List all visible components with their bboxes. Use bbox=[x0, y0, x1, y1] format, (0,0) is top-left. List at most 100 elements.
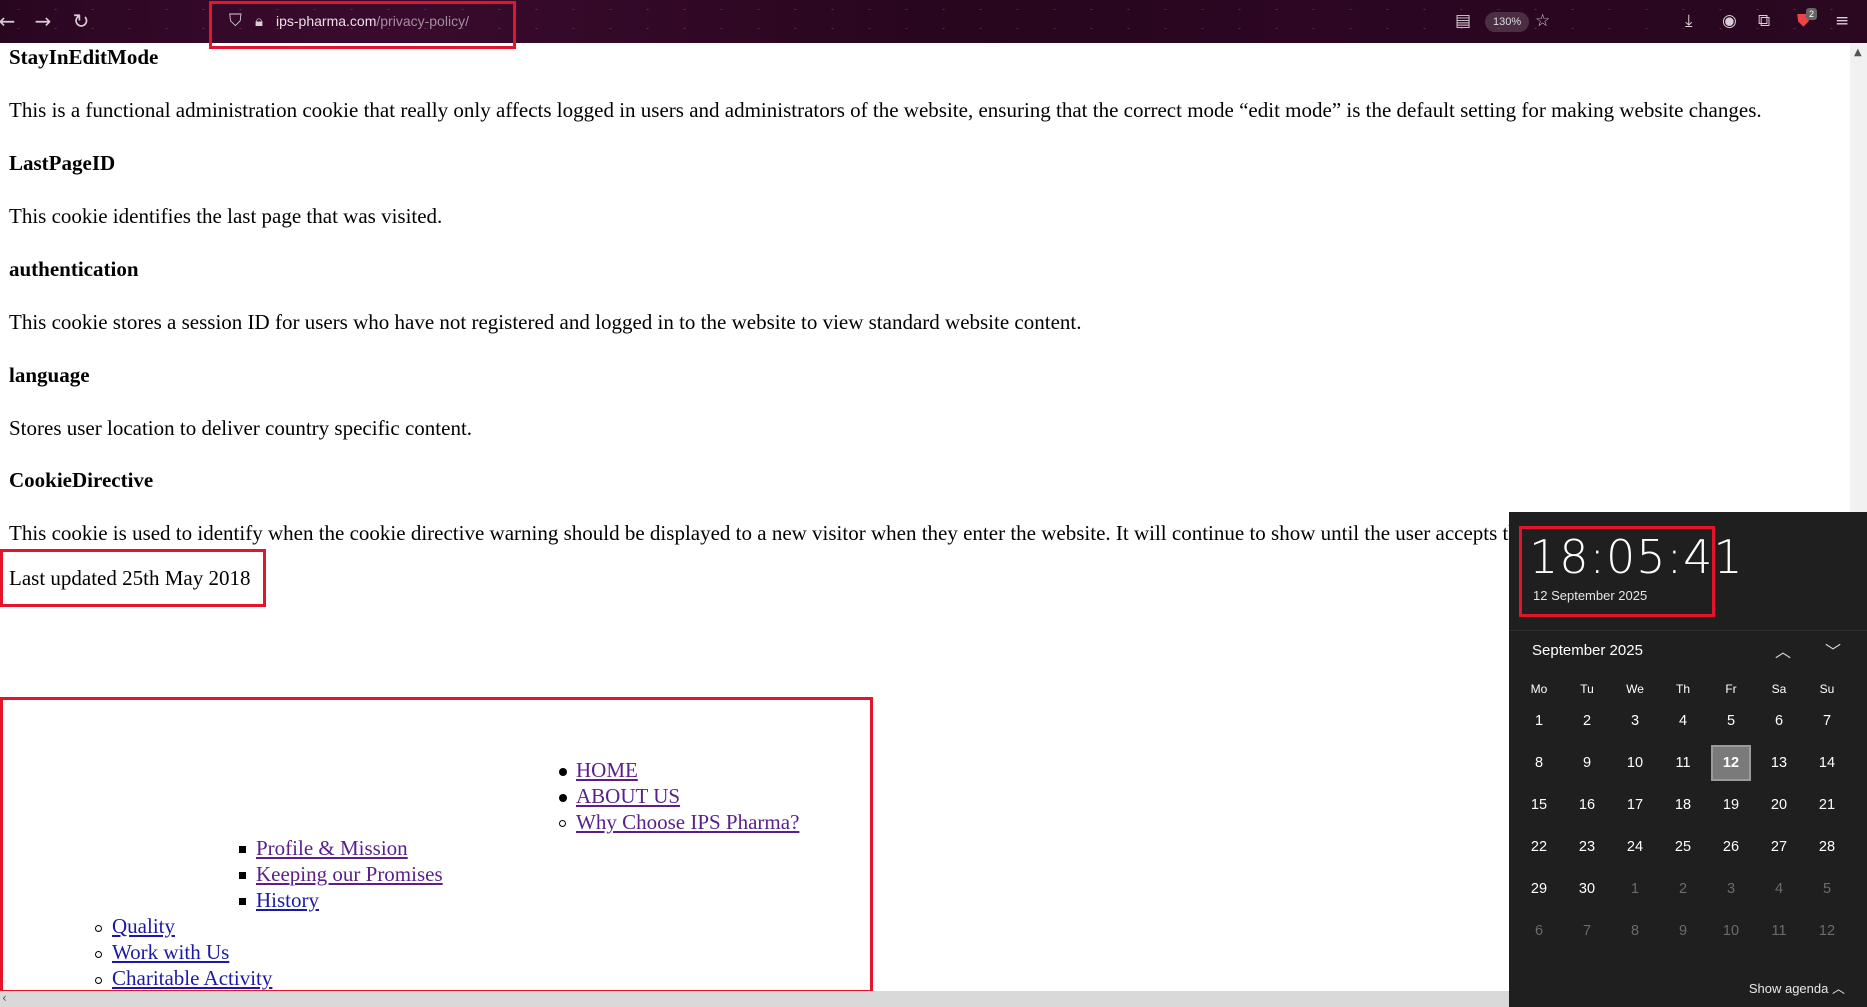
reader-view-icon[interactable]: ▤ bbox=[1455, 11, 1471, 31]
calendar-day[interactable]: 17 bbox=[1611, 786, 1659, 824]
url-highlight-box bbox=[209, 1, 516, 49]
show-agenda-button[interactable]: Show agenda ︿ bbox=[1749, 978, 1845, 997]
forward-icon[interactable]: → bbox=[30, 8, 56, 34]
calendar-day[interactable]: 12 bbox=[1803, 912, 1851, 950]
bullet-disc bbox=[559, 794, 567, 802]
calendar-day[interactable]: 10 bbox=[1611, 744, 1659, 782]
calendar-day[interactable]: 15 bbox=[1515, 786, 1563, 824]
calendar-day[interactable]: 4 bbox=[1755, 870, 1803, 908]
calendar-day[interactable]: 3 bbox=[1707, 870, 1755, 908]
cookie-description-cookiedirective: This cookie is used to identify when the… bbox=[9, 521, 1519, 545]
calendar-day[interactable]: 27 bbox=[1755, 828, 1803, 866]
bullet-square bbox=[239, 898, 246, 905]
extensions-puzzle-icon[interactable]: ⧉ bbox=[1758, 11, 1770, 31]
divider bbox=[1509, 630, 1867, 631]
cookie-description-lastpageid: This cookie identifies the last page tha… bbox=[9, 204, 443, 228]
calendar-day[interactable]: 29 bbox=[1515, 870, 1563, 908]
calendar-day[interactable]: 5 bbox=[1707, 702, 1755, 740]
cookie-heading-authentication: authentication bbox=[9, 257, 139, 281]
weekday-label: Th bbox=[1675, 682, 1690, 696]
clock-calendar-flyout: 18:05:41 12 September 2025 September 202… bbox=[1509, 512, 1867, 1007]
calendar-day[interactable]: 9 bbox=[1659, 912, 1707, 950]
cookie-heading-lastpageid: LastPageID bbox=[9, 151, 116, 175]
bullet-circle bbox=[95, 977, 102, 984]
calendar-day[interactable]: 1 bbox=[1515, 702, 1563, 740]
calendar-day[interactable]: 28 bbox=[1803, 828, 1851, 866]
hamburger-menu-icon[interactable]: ≡ bbox=[1835, 11, 1849, 31]
weekday-label: Tu bbox=[1580, 682, 1594, 696]
calendar-day[interactable]: 22 bbox=[1515, 828, 1563, 866]
account-icon[interactable]: ◉ bbox=[1722, 11, 1737, 31]
calendar-day[interactable]: 10 bbox=[1707, 912, 1755, 950]
calendar-month-label[interactable]: September 2025 bbox=[1532, 642, 1643, 659]
calendar-day[interactable]: 30 bbox=[1563, 870, 1611, 908]
chevron-up-icon: ︿ bbox=[1831, 981, 1845, 996]
calendar-day[interactable]: 19 bbox=[1707, 786, 1755, 824]
show-agenda-label: Show agenda bbox=[1748, 981, 1829, 996]
bullet-disc bbox=[559, 768, 567, 776]
calendar-day[interactable]: 21 bbox=[1803, 786, 1851, 824]
zoom-level-badge[interactable]: 130% bbox=[1485, 12, 1530, 32]
previous-month-chevron-up-icon[interactable]: ︿ bbox=[1775, 638, 1791, 662]
bullet-circle bbox=[95, 951, 102, 958]
horizontal-scrollbar[interactable]: ‹ bbox=[0, 991, 1509, 1007]
clock-highlight-box bbox=[1519, 526, 1715, 617]
cookie-heading-cookiedirective: CookieDirective bbox=[9, 468, 154, 492]
bookmark-star-icon[interactable]: ☆ bbox=[1535, 11, 1550, 31]
cookie-heading-stayineditmode: StayInEditMode bbox=[9, 45, 159, 69]
bullet-circle bbox=[95, 925, 102, 932]
calendar-day[interactable]: 11 bbox=[1659, 744, 1707, 782]
calendar-day[interactable]: 18 bbox=[1659, 786, 1707, 824]
footer-link-why-choose[interactable]: Why Choose IPS Pharma? bbox=[576, 810, 799, 835]
weekday-label: We bbox=[1626, 682, 1644, 696]
calendar-day[interactable]: 25 bbox=[1659, 828, 1707, 866]
bullet-square bbox=[239, 846, 246, 853]
calendar-day[interactable]: 4 bbox=[1659, 702, 1707, 740]
calendar-day[interactable]: 6 bbox=[1515, 912, 1563, 950]
cookie-heading-language: language bbox=[9, 363, 90, 387]
back-icon[interactable]: ← bbox=[0, 8, 20, 34]
calendar-day[interactable]: 1 bbox=[1611, 870, 1659, 908]
cookie-description-stayineditmode: This is a functional administration cook… bbox=[9, 98, 1762, 122]
calendar-day[interactable]: 12 bbox=[1707, 744, 1755, 782]
calendar-day[interactable]: 13 bbox=[1755, 744, 1803, 782]
calendar-day[interactable]: 2 bbox=[1659, 870, 1707, 908]
calendar-day[interactable]: 8 bbox=[1611, 912, 1659, 950]
footer-link-work-with-us[interactable]: Work with Us bbox=[112, 940, 229, 965]
calendar-day[interactable]: 7 bbox=[1563, 912, 1611, 950]
footer-link-quality[interactable]: Quality bbox=[112, 914, 175, 939]
calendar-day[interactable]: 23 bbox=[1563, 828, 1611, 866]
calendar-day[interactable]: 8 bbox=[1515, 744, 1563, 782]
calendar-day[interactable]: 26 bbox=[1707, 828, 1755, 866]
calendar-day[interactable]: 2 bbox=[1563, 702, 1611, 740]
footer-link-about-us[interactable]: ABOUT US bbox=[576, 784, 680, 809]
scroll-left-arrow-icon[interactable]: ‹ bbox=[2, 991, 7, 1005]
weekday-label: Mo bbox=[1530, 682, 1548, 696]
last-updated-text: Last updated 25th May 2018 bbox=[9, 566, 251, 590]
footer-link-history[interactable]: History bbox=[256, 888, 319, 913]
calendar-day[interactable]: 20 bbox=[1755, 786, 1803, 824]
calendar-day[interactable]: 24 bbox=[1611, 828, 1659, 866]
extension-badge-count: 2 bbox=[1806, 8, 1818, 20]
cookie-description-language: Stores user location to deliver country … bbox=[9, 416, 473, 440]
calendar-day[interactable]: 11 bbox=[1755, 912, 1803, 950]
calendar-day[interactable]: 9 bbox=[1563, 744, 1611, 782]
cookie-description-authentication: This cookie stores a session ID for user… bbox=[9, 310, 1082, 334]
calendar-day[interactable]: 16 bbox=[1563, 786, 1611, 824]
reload-icon[interactable]: ↻ bbox=[68, 8, 94, 34]
footer-link-home[interactable]: HOME bbox=[576, 758, 638, 783]
weekday-label: Sa bbox=[1771, 682, 1787, 696]
weekday-label: Su bbox=[1819, 682, 1835, 696]
footer-link-charitable-activity[interactable]: Charitable Activity bbox=[112, 966, 272, 991]
footer-link-keeping-promises[interactable]: Keeping our Promises bbox=[256, 862, 443, 887]
scroll-up-arrow-icon[interactable]: ▲ bbox=[1854, 47, 1862, 58]
next-month-chevron-down-icon[interactable]: ﹀ bbox=[1825, 638, 1841, 662]
calendar-day[interactable]: 3 bbox=[1611, 702, 1659, 740]
bullet-square bbox=[239, 872, 246, 879]
downloads-icon[interactable]: ⤓ bbox=[1685, 11, 1693, 31]
calendar-day[interactable]: 5 bbox=[1803, 870, 1851, 908]
calendar-day[interactable]: 6 bbox=[1755, 702, 1803, 740]
calendar-day[interactable]: 7 bbox=[1803, 702, 1851, 740]
calendar-day[interactable]: 14 bbox=[1803, 744, 1851, 782]
footer-link-profile-mission[interactable]: Profile & Mission bbox=[256, 836, 408, 861]
